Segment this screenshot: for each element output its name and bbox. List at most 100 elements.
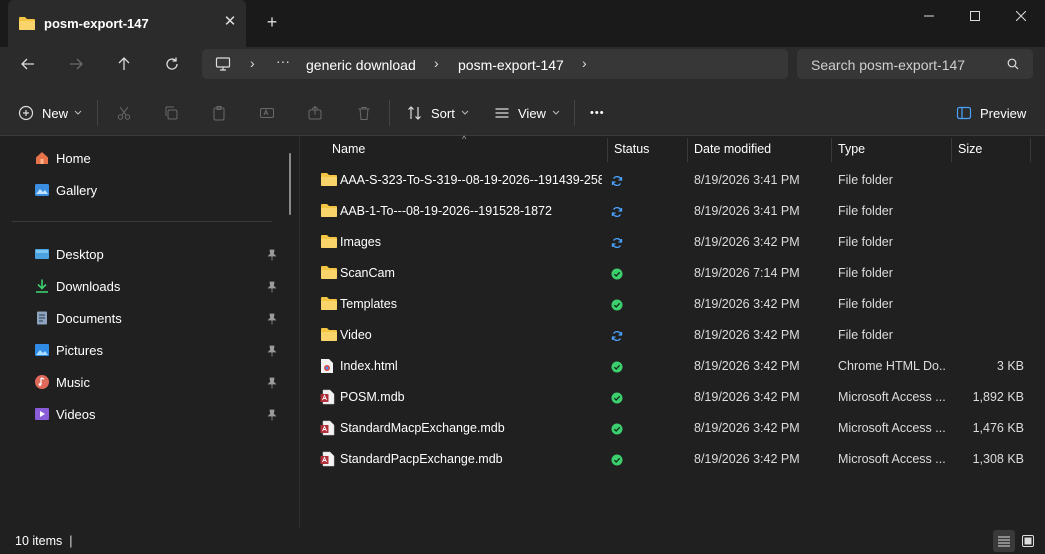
sidebar-scrollbar[interactable] [289, 153, 291, 215]
paste-icon[interactable] [211, 102, 227, 124]
table-row[interactable]: StandardMacpExchange.mdb 8/19/2026 3:42 P… [301, 413, 1045, 444]
copy-icon[interactable] [163, 102, 179, 124]
folder-icon [320, 265, 337, 281]
column-header-type[interactable]: Type [838, 136, 865, 162]
sidebar-item-documents[interactable]: Documents [34, 308, 122, 328]
music-icon [34, 374, 50, 390]
breadcrumb-posm-export[interactable]: posm-export-147 [458, 57, 564, 73]
back-icon[interactable] [14, 50, 42, 78]
up-icon[interactable] [110, 50, 138, 78]
minimize-icon[interactable] [906, 0, 952, 32]
chevron-right-icon[interactable]: › [434, 55, 439, 71]
file-name: StandardPacpExchange.mdb [340, 452, 503, 466]
table-row[interactable]: AAB-1-To---08-19-2026--191528-1872 8/19/2… [301, 196, 1045, 227]
file-size: 1,476 KB [972, 421, 1024, 435]
view-button[interactable]: View [494, 102, 560, 124]
file-type: Microsoft Access ... [838, 452, 946, 466]
sidebar-item-downloads[interactable]: Downloads [34, 276, 120, 296]
sidebar-item-home[interactable]: Home [34, 148, 91, 168]
pin-icon[interactable] [266, 409, 278, 421]
new-tab-button[interactable]: + [262, 12, 282, 32]
table-row[interactable]: Templates 8/19/2026 3:42 PM File folder [301, 289, 1045, 320]
tiles-view-icon[interactable] [1017, 530, 1039, 552]
details-view-icon[interactable] [993, 530, 1015, 552]
preview-button[interactable]: Preview [956, 102, 1026, 124]
available-check-icon [611, 299, 623, 311]
pin-icon[interactable] [266, 281, 278, 293]
file-name: AAB-1-To---08-19-2026--191528-1872 [340, 204, 552, 218]
table-row[interactable]: ScanCam 8/19/2026 7:14 PM File folder [301, 258, 1045, 289]
sync-pending-icon [611, 175, 623, 187]
column-header-size[interactable]: Size [958, 136, 982, 162]
this-pc-icon[interactable] [215, 56, 231, 75]
table-row[interactable]: Images 8/19/2026 3:42 PM File folder [301, 227, 1045, 258]
view-label: View [518, 105, 546, 121]
sidebar-item-label: Home [56, 150, 91, 166]
share-icon[interactable] [307, 102, 323, 124]
maximize-icon[interactable] [952, 0, 998, 32]
refresh-icon[interactable] [158, 50, 186, 78]
table-row[interactable]: POSM.mdb 8/19/2026 3:42 PM Microsoft Acces… [301, 382, 1045, 413]
documents-icon [34, 310, 50, 326]
forward-icon[interactable] [62, 50, 90, 78]
table-row[interactable]: AAA-S-323-To-S-319--08-19-2026--191439-2… [301, 165, 1045, 196]
sidebar-item-pictures[interactable]: Pictures [34, 340, 103, 360]
sidebar-item-music[interactable]: Music [34, 372, 90, 392]
more-crumbs-icon[interactable]: ··· [276, 53, 290, 69]
breadcrumb-generic-download[interactable]: generic download [306, 57, 416, 73]
column-header-name[interactable]: Name [332, 136, 365, 162]
close-window-icon[interactable] [998, 0, 1044, 32]
pin-icon[interactable] [266, 377, 278, 389]
sort-label: Sort [431, 105, 455, 121]
search-input[interactable]: Search posm-export-147 [797, 49, 1033, 79]
file-name: AAA-S-323-To-S-319--08-19-2026--191439-2… [340, 173, 602, 187]
cut-icon[interactable] [116, 102, 132, 124]
chrome-html-icon [320, 358, 336, 374]
file-date: 8/19/2026 3:42 PM [694, 235, 800, 249]
file-name: Templates [340, 297, 397, 311]
rename-icon[interactable] [259, 102, 275, 124]
chevron-down-icon [552, 110, 560, 115]
sidebar-item-videos[interactable]: Videos [34, 404, 96, 424]
sync-pending-icon [611, 206, 623, 218]
file-name: Index.html [340, 359, 398, 373]
chevron-right-icon[interactable]: › [582, 55, 587, 71]
available-check-icon [611, 454, 623, 466]
sidebar-item-label: Documents [56, 310, 122, 326]
sidebar-item-gallery[interactable]: Gallery [34, 180, 97, 200]
pin-icon[interactable] [266, 313, 278, 325]
file-date: 8/19/2026 3:42 PM [694, 297, 800, 311]
sidebar-item-desktop[interactable]: Desktop [34, 244, 104, 264]
chevron-right-icon[interactable]: › [250, 55, 255, 71]
folder-icon [320, 234, 337, 250]
available-check-icon [611, 268, 623, 280]
table-row[interactable]: Index.html 8/19/2026 3:42 PM Chrome HTML D… [301, 351, 1045, 382]
column-header-status[interactable]: Status [614, 136, 649, 162]
file-size [958, 227, 1024, 258]
navigation-pane: Home Gallery Desktop Downloads Documents… [0, 136, 300, 528]
file-date: 8/19/2026 3:42 PM [694, 359, 800, 373]
tab-posm-export[interactable]: posm-export-147 ✕ [8, 0, 246, 47]
sidebar-item-label: Videos [56, 406, 96, 422]
delete-icon[interactable] [356, 102, 372, 124]
pin-icon[interactable] [266, 249, 278, 261]
table-row[interactable]: Video 8/19/2026 3:42 PM File folder [301, 320, 1045, 351]
file-size [958, 258, 1024, 289]
file-date: 8/19/2026 3:41 PM [694, 173, 800, 187]
address-bar[interactable]: › ··· generic download › posm-export-147… [202, 49, 788, 79]
title-bar: posm-export-147 ✕ + [0, 0, 1045, 47]
file-type: Microsoft Access ... [838, 421, 946, 435]
sidebar-item-label: Music [56, 374, 90, 390]
file-type: File folder [838, 204, 893, 218]
sort-button[interactable]: Sort [407, 102, 469, 124]
sort-icon [408, 106, 421, 120]
close-tab-icon[interactable]: ✕ [220, 12, 240, 32]
file-date: 8/19/2026 3:42 PM [694, 452, 800, 466]
more-options-button[interactable]: ••• [590, 102, 605, 124]
chevron-down-icon [461, 110, 469, 115]
column-header-date[interactable]: Date modified [694, 136, 771, 162]
pin-icon[interactable] [266, 345, 278, 357]
new-button[interactable]: New [18, 102, 82, 124]
search-icon[interactable] [1007, 58, 1019, 73]
table-row[interactable]: StandardPacpExchange.mdb 8/19/2026 3:42 P… [301, 444, 1045, 475]
